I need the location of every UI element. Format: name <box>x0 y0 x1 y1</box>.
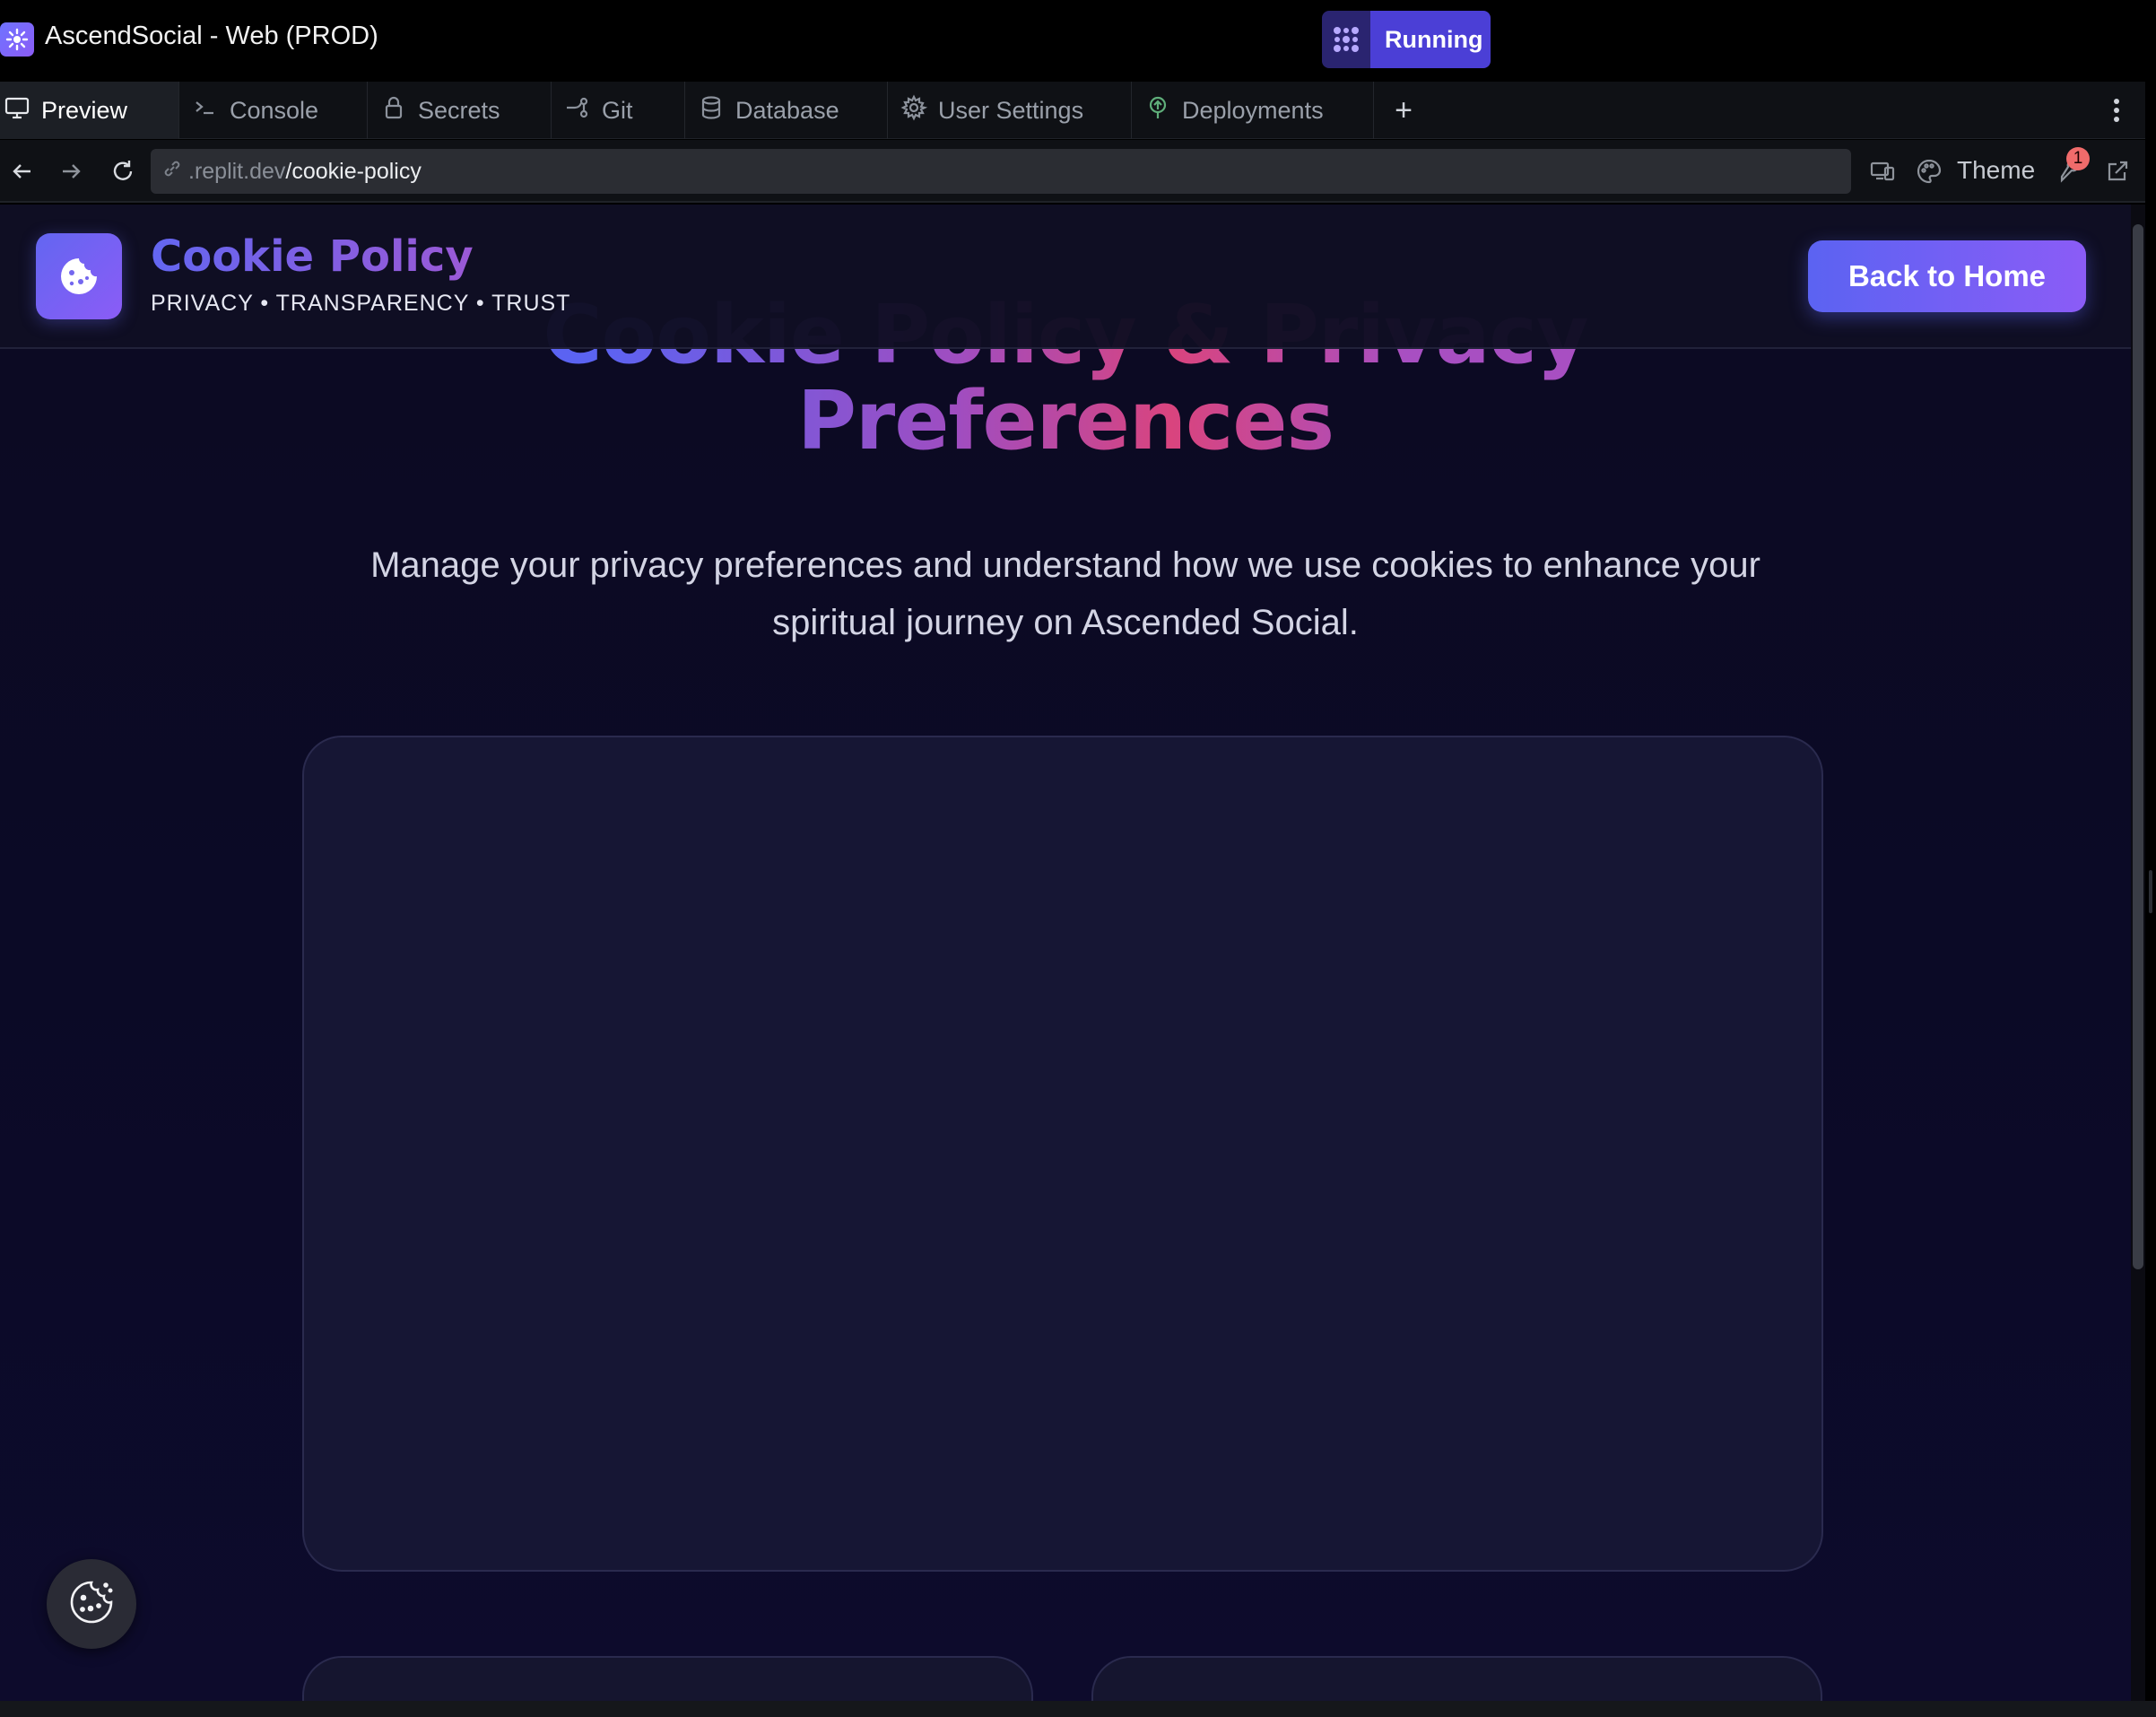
info-card-right <box>1091 1656 1822 1701</box>
tab-database[interactable]: Database <box>685 82 888 139</box>
cookie-logo-icon <box>36 233 122 319</box>
resize-handle[interactable] <box>2149 870 2152 913</box>
url-bar: .replit.dev/cookie-policy Theme 1 <box>0 140 2145 203</box>
devtools-badge: 1 <box>2066 147 2090 170</box>
hero-subtitle: Manage your privacy preferences and unde… <box>370 545 1760 642</box>
run-status-button[interactable]: Running <box>1322 11 1491 68</box>
gear-icon <box>900 94 928 127</box>
tab-git[interactable]: Git <box>552 82 685 139</box>
tab-deployments[interactable]: Deployments <box>1132 82 1374 139</box>
devices-icon[interactable] <box>1864 153 1901 190</box>
database-icon <box>698 94 725 127</box>
forward-arrow-icon[interactable] <box>52 153 90 190</box>
open-external-icon[interactable] <box>2099 153 2136 190</box>
lock-icon <box>380 94 407 127</box>
cookie-preferences-card <box>302 736 1823 1572</box>
running-icon <box>1322 11 1370 68</box>
tab-bar: Preview Console Secrets Git Database Use… <box>0 82 2145 139</box>
reload-icon[interactable] <box>104 153 142 190</box>
preview-viewport: Cookie Policy & Privacy Preferences Mana… <box>0 205 2131 1701</box>
bottom-edge <box>0 1701 2156 1717</box>
header-tagline: PRIVACY • TRANSPARENCY • TRUST <box>151 291 571 316</box>
tab-label: Secrets <box>418 96 500 124</box>
url-path: /cookie-policy <box>285 158 422 184</box>
tab-user-settings[interactable]: User Settings <box>888 82 1132 139</box>
add-tab-button[interactable]: + <box>1388 82 1419 139</box>
cookie-icon <box>67 1578 116 1631</box>
terminal-icon <box>192 94 219 127</box>
url-host: .replit.dev <box>188 158 286 184</box>
running-label: Running <box>1370 11 1491 68</box>
cookie-settings-button[interactable] <box>47 1559 136 1649</box>
header-title: Cookie Policy <box>151 231 474 282</box>
tab-label: Deployments <box>1182 96 1324 124</box>
window-title: AscendSocial - Web (PROD) <box>45 22 378 50</box>
back-to-home-button[interactable]: Back to Home <box>1808 240 2086 312</box>
tab-label: User Settings <box>938 96 1084 124</box>
info-card-left <box>302 1656 1033 1701</box>
tab-label: Console <box>230 96 319 124</box>
title-bar: AscendSocial - Web (PROD) Running <box>0 0 2156 81</box>
link-icon <box>161 158 183 186</box>
palette-icon[interactable] <box>1910 153 1948 190</box>
tab-label: Git <box>602 96 633 124</box>
scrollbar-thumb[interactable] <box>2133 224 2143 1269</box>
tab-secrets[interactable]: Secrets <box>368 82 552 139</box>
replit-app-icon <box>0 22 34 57</box>
tab-console[interactable]: Console <box>179 82 368 139</box>
tab-label: Preview <box>41 96 128 124</box>
more-options-icon[interactable] <box>2108 82 2126 139</box>
hero-title-line2: Preferences <box>796 374 1334 468</box>
site-header: Cookie Policy PRIVACY • TRANSPARENCY • T… <box>0 205 2131 349</box>
tab-preview[interactable]: Preview <box>0 82 179 139</box>
deploy-icon <box>1144 94 1171 127</box>
back-arrow-icon[interactable] <box>4 153 41 190</box>
tab-label: Database <box>735 96 839 124</box>
theme-button[interactable]: Theme <box>1957 156 2035 185</box>
monitor-icon <box>4 94 30 127</box>
git-icon <box>564 94 591 127</box>
url-input[interactable]: .replit.dev/cookie-policy <box>151 149 1851 194</box>
